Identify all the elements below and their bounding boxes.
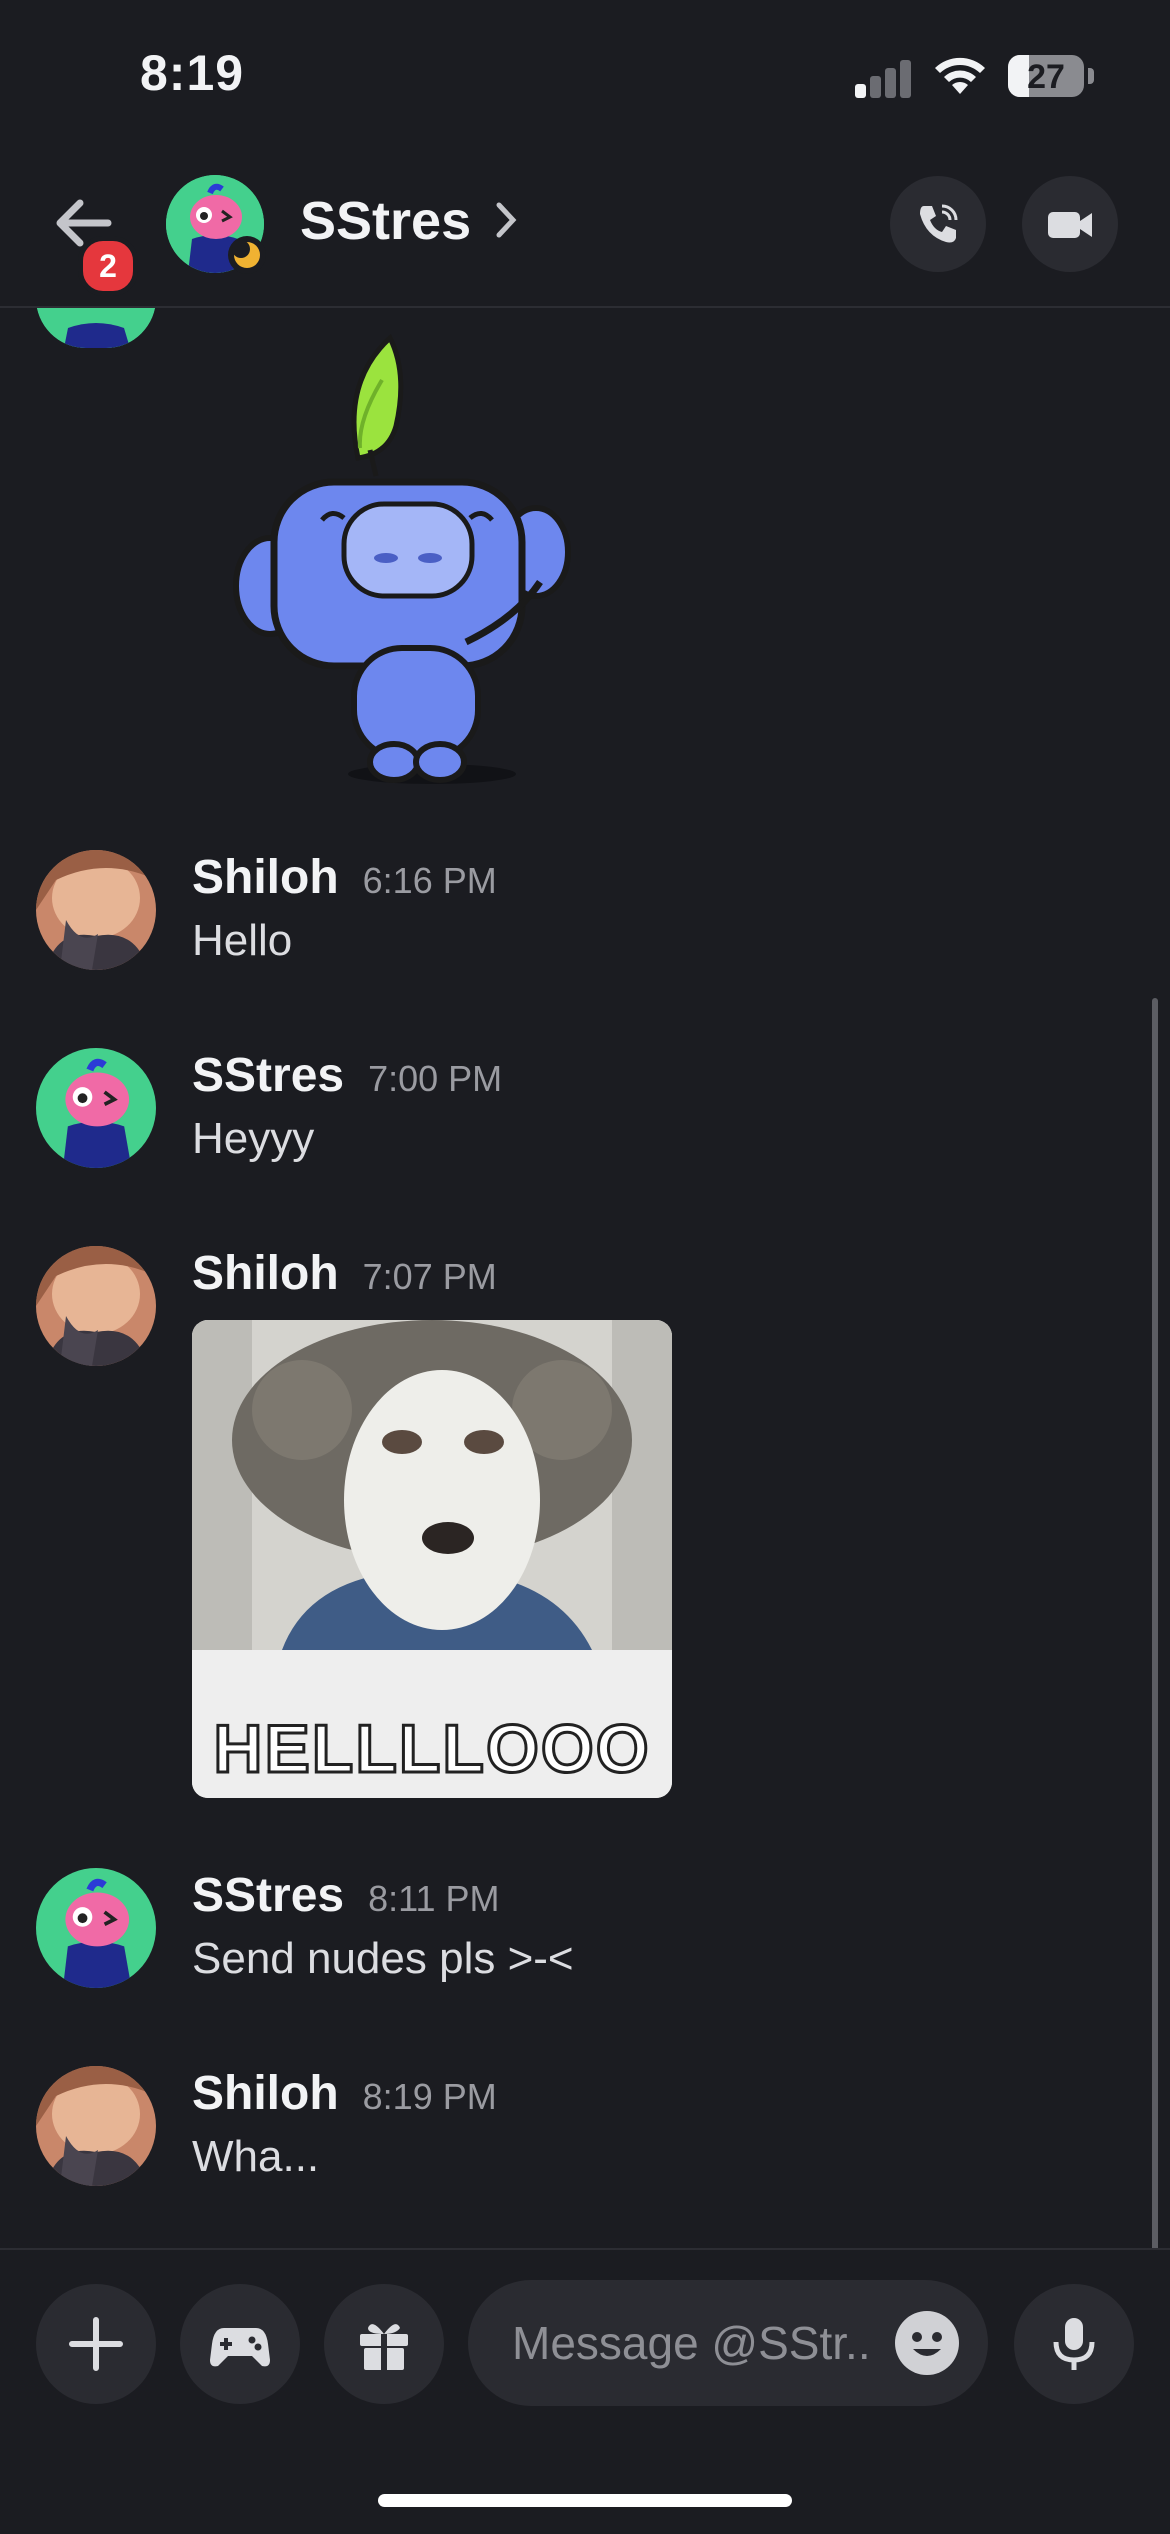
- battery-level: 27: [1027, 58, 1065, 96]
- chat-header: 2 SStres: [0, 150, 1170, 308]
- page-title[interactable]: SStres: [300, 190, 471, 252]
- message-text: Wha...: [192, 2132, 320, 2181]
- cellular-signal-icon: [855, 58, 915, 98]
- status-time: 8:19: [140, 45, 245, 101]
- avatar-image: [36, 1048, 156, 1168]
- emoji-button[interactable]: [895, 2311, 959, 2375]
- message-list[interactable]: Shiloh 6:16 PM Hello SStres 7:00 PM Heyyy: [0, 308, 1170, 2248]
- message-timestamp: 7:00 PM: [368, 1058, 503, 1099]
- add-attachment-button[interactable]: [36, 2284, 156, 2404]
- message-timestamp: 6:16 PM: [362, 860, 497, 901]
- message-author[interactable]: Shiloh: [192, 851, 339, 904]
- plus-icon: [69, 2317, 123, 2371]
- battery-icon: 27: [1008, 55, 1084, 97]
- avatar[interactable]: [36, 1868, 156, 1988]
- avatar[interactable]: [36, 2066, 156, 2186]
- gif-caption: HELLLLOOO: [212, 1710, 651, 1789]
- message-text: Heyyy: [192, 1114, 315, 1163]
- avatar[interactable]: [36, 1246, 156, 1366]
- wumpus-sticker: [233, 333, 571, 784]
- chevron-right-icon[interactable]: [494, 200, 518, 240]
- battery-tip: [1088, 68, 1094, 84]
- message-author[interactable]: SStres: [192, 1869, 344, 1922]
- gif-attachment[interactable]: HELLLLOOO: [192, 1320, 672, 1798]
- message-text: Hello: [192, 916, 293, 965]
- avatar[interactable]: [36, 308, 156, 348]
- status-bar: 8:19 27: [0, 0, 1170, 150]
- gift-icon: [360, 2324, 408, 2370]
- gamepad-icon: [210, 2328, 270, 2367]
- gift-button[interactable]: [324, 2284, 444, 2404]
- home-indicator: [378, 2494, 792, 2507]
- message-timestamp: 8:19 PM: [362, 2076, 497, 2117]
- scrollbar[interactable]: [1152, 998, 1158, 2248]
- avatar-image: [36, 850, 156, 970]
- avatar[interactable]: [36, 850, 156, 970]
- message-composer: [0, 2248, 1170, 2534]
- message-timestamp: 7:07 PM: [362, 1256, 497, 1297]
- message-author[interactable]: Shiloh: [192, 1247, 339, 1300]
- activities-button[interactable]: [180, 2284, 300, 2404]
- message-author[interactable]: Shiloh: [192, 2067, 339, 2120]
- message-text: Send nudes pls >-<: [192, 1934, 574, 1983]
- idle-status-icon: [228, 236, 266, 274]
- avatar-image: [36, 1246, 156, 1366]
- phone-icon: [920, 204, 958, 243]
- avatar-image: [36, 308, 156, 348]
- message-author[interactable]: SStres: [192, 1049, 344, 1102]
- unread-badge: 2: [78, 236, 138, 296]
- video-camera-icon: [1048, 212, 1092, 238]
- video-call-button[interactable]: [1022, 176, 1118, 272]
- voice-message-button[interactable]: [1014, 2284, 1134, 2404]
- smiley-icon: [912, 2332, 942, 2356]
- voice-call-button[interactable]: [890, 176, 986, 272]
- microphone-icon: [1053, 2318, 1095, 2370]
- avatar[interactable]: [36, 1048, 156, 1168]
- avatar-image: [36, 2066, 156, 2186]
- avatar-image: [36, 1868, 156, 1988]
- message-timestamp: 8:11 PM: [368, 1878, 500, 1919]
- wifi-icon: [935, 57, 985, 94]
